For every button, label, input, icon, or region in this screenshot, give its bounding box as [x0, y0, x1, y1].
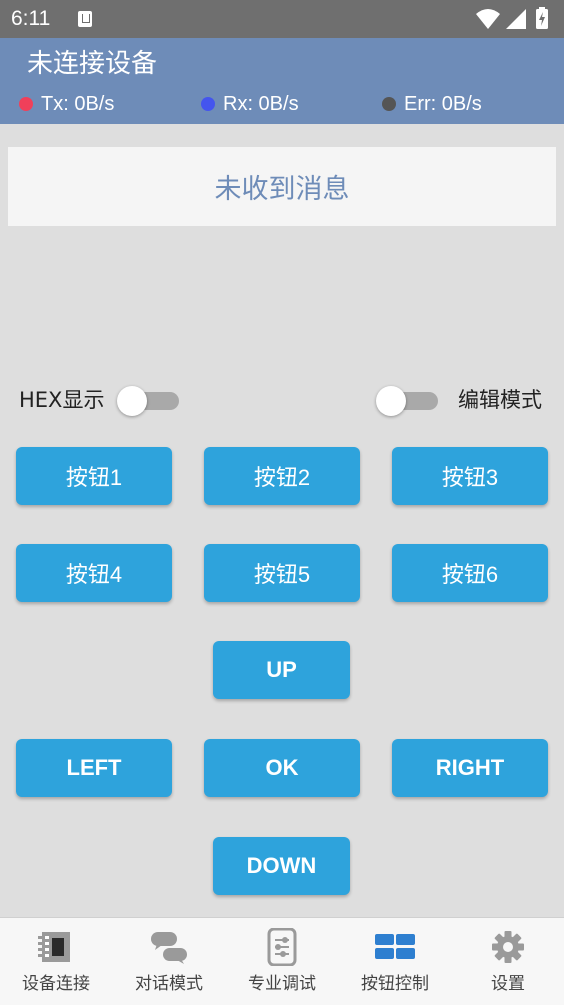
chat-bubbles-icon — [151, 932, 187, 964]
nav-label: 设备连接 — [22, 974, 90, 994]
tx-dot — [19, 97, 33, 111]
hex-display-switch[interactable] — [117, 386, 179, 416]
nav-label: 专业调试 — [248, 974, 316, 994]
connection-title: 未连接设备 — [27, 49, 158, 79]
nav-item-pro-debug[interactable]: 专业调试 — [226, 918, 338, 1005]
rx-label: Rx: 0B/s — [223, 93, 299, 115]
status-bar: 6:11 — [0, 0, 564, 38]
battery-icon — [536, 7, 548, 29]
nav-label: 对话模式 — [135, 974, 203, 994]
button-3[interactable]: 按钮3 — [392, 447, 548, 505]
hex-display-label: HEX显示 — [19, 388, 105, 412]
err-label: Err: 0B/s — [404, 93, 482, 115]
message-box: 未收到消息 — [8, 147, 556, 226]
sliders-icon — [267, 928, 297, 966]
notification-icon — [78, 11, 92, 27]
button-5[interactable]: 按钮5 — [204, 544, 360, 602]
wifi-icon — [476, 9, 500, 29]
device-chip-icon — [38, 932, 70, 962]
switch-thumb — [376, 386, 406, 416]
nav-label: 按钮控制 — [361, 974, 429, 994]
err-rate: Err: 0B/s — [382, 91, 482, 117]
cell-signal-icon — [506, 9, 526, 29]
gear-icon — [492, 931, 524, 963]
button-6[interactable]: 按钮6 — [392, 544, 548, 602]
rx-rate: Rx: 0B/s — [201, 91, 299, 117]
button-2[interactable]: 按钮2 — [204, 447, 360, 505]
nav-label: 设置 — [491, 974, 525, 994]
nav-item-settings[interactable]: 设置 — [452, 918, 564, 1005]
status-icons — [474, 6, 554, 32]
app-header: 未连接设备 Tx: 0B/s Rx: 0B/s Err: 0B/s — [0, 38, 564, 124]
ok-button[interactable]: OK — [204, 739, 360, 797]
down-button[interactable]: DOWN — [213, 837, 350, 895]
button-1[interactable]: 按钮1 — [16, 447, 172, 505]
up-button[interactable]: UP — [213, 641, 350, 699]
edit-mode-switch[interactable] — [376, 386, 438, 416]
left-button[interactable]: LEFT — [16, 739, 172, 797]
status-time: 6:11 — [11, 7, 51, 30]
edit-mode-label: 编辑模式 — [458, 388, 542, 412]
tx-rate: Tx: 0B/s — [19, 91, 114, 117]
nav-item-device-connect[interactable]: 设备连接 — [0, 918, 112, 1005]
nav-item-button-control[interactable]: 按钮控制 — [339, 918, 451, 1005]
button-4[interactable]: 按钮4 — [16, 544, 172, 602]
err-dot — [382, 97, 396, 111]
rx-dot — [201, 97, 215, 111]
bottom-nav: 设备连接 对话模式 专业调试 按钮控制 设置 — [0, 917, 564, 1005]
tx-label: Tx: 0B/s — [41, 93, 115, 115]
message-text: 未收到消息 — [214, 174, 350, 205]
switch-thumb — [117, 386, 147, 416]
right-button[interactable]: RIGHT — [392, 739, 548, 797]
nav-item-chat-mode[interactable]: 对话模式 — [113, 918, 225, 1005]
grid-buttons-icon — [375, 934, 415, 959]
